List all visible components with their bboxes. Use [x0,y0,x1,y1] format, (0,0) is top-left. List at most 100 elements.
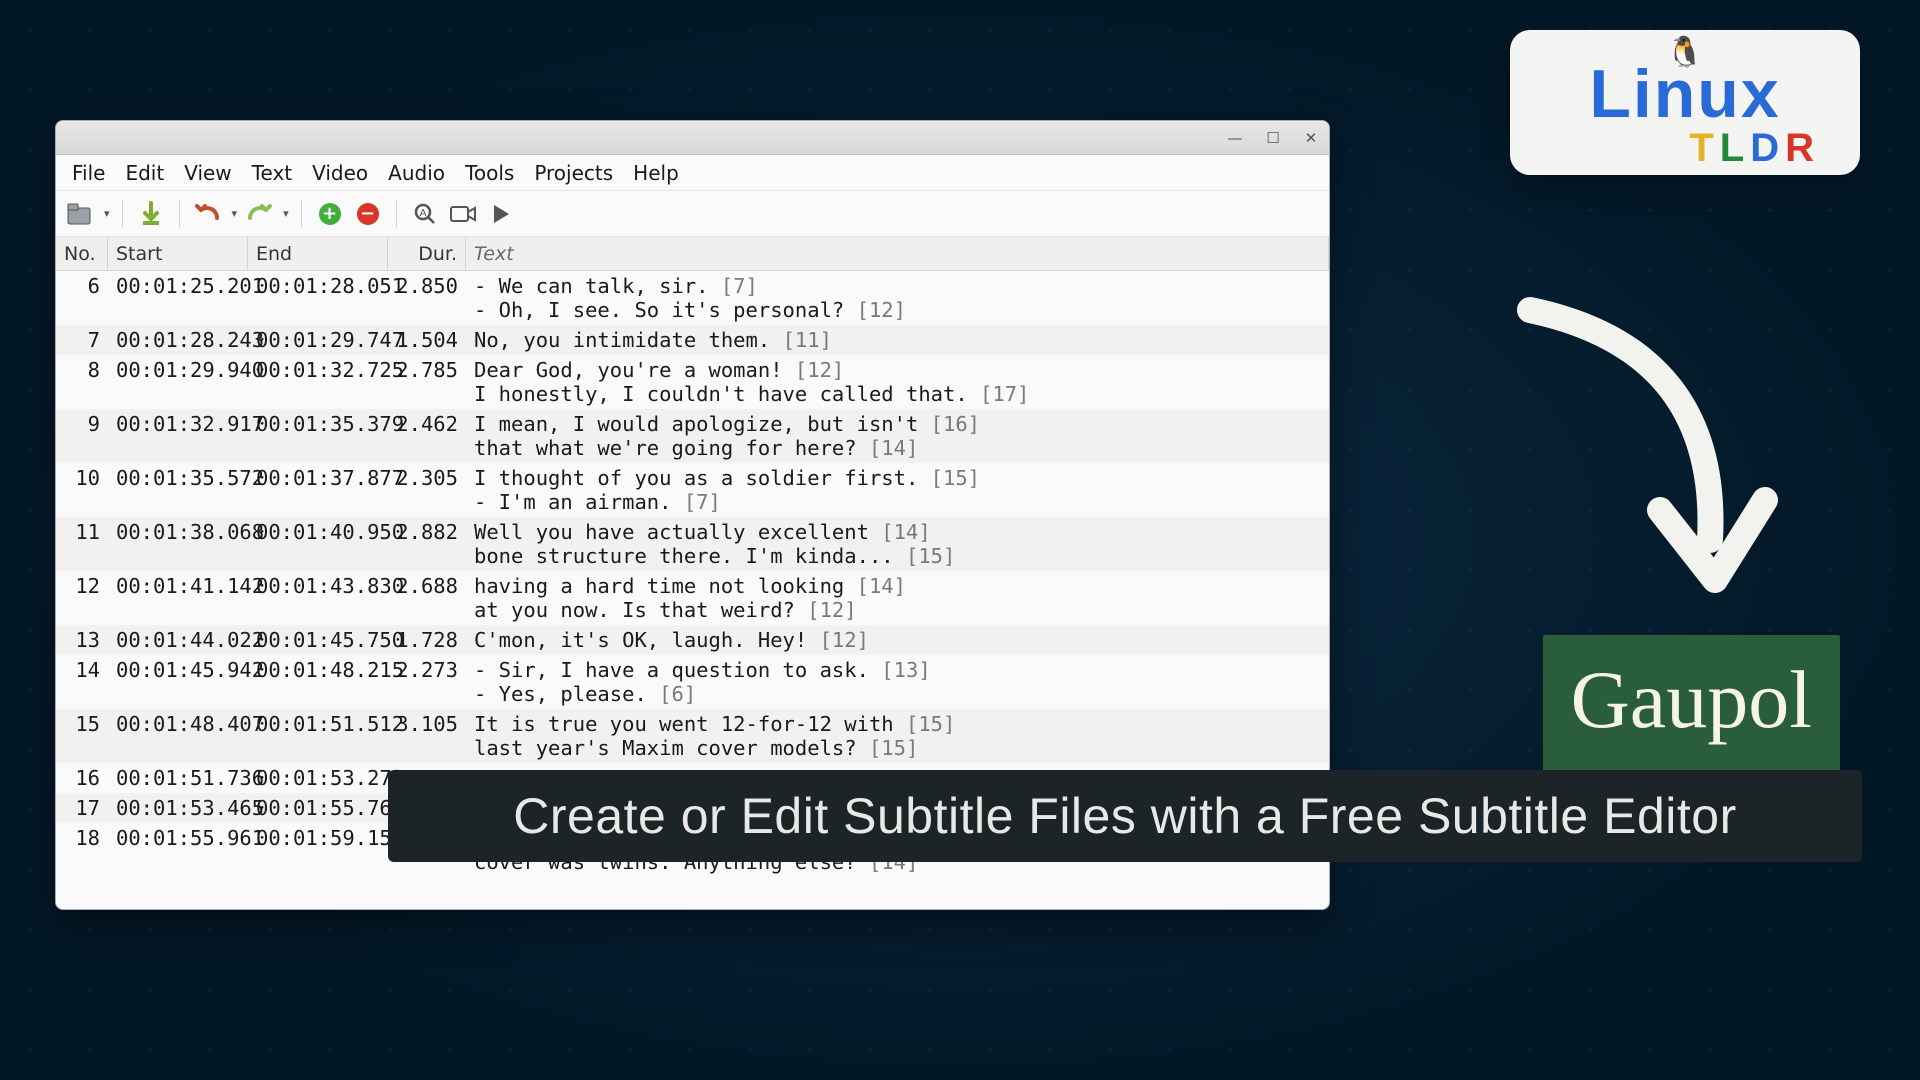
cell-dur: 1.728 [388,628,466,652]
open-dropdown[interactable]: ▾ [102,207,110,220]
redo-dropdown[interactable]: ▾ [281,207,289,220]
cell-text: Well you have actually excellent [14] bo… [466,520,1329,568]
cell-dur: 2.305 [388,466,466,490]
menu-view[interactable]: View [174,155,241,191]
save-button[interactable] [135,198,167,230]
cell-dur: 2.785 [388,358,466,382]
cell-no: 15 [56,712,108,736]
header-no[interactable]: No. [56,237,108,270]
svg-text:A: A [419,208,426,219]
cell-start: 00:01:41.142 [108,574,248,598]
cell-dur: 2.850 [388,274,466,298]
cell-no: 8 [56,358,108,382]
header-end[interactable]: End [248,237,388,270]
toolbar: ▾ ▾ ▾ + − A [56,191,1329,237]
table-row[interactable]: 1100:01:38.06800:01:40.9502.882Well you … [56,517,1329,571]
cell-end: 00:01:37.877 [248,466,388,490]
cell-end: 00:01:28.051 [248,274,388,298]
cell-text: C'mon, it's OK, laugh. Hey! [12] [466,628,1329,652]
cell-no: 14 [56,658,108,682]
table-row[interactable]: 900:01:32.91700:01:35.3792.462I mean, I … [56,409,1329,463]
cell-start: 00:01:45.942 [108,658,248,682]
close-button[interactable]: ✕ [1301,128,1321,148]
table-row[interactable]: 600:01:25.20100:01:28.0512.850- We can t… [56,271,1329,325]
cell-start: 00:01:35.572 [108,466,248,490]
menu-file[interactable]: File [62,155,115,191]
cell-end: 00:01:48.215 [248,658,388,682]
cell-start: 00:01:44.022 [108,628,248,652]
cell-text: It is true you went 12-for-12 with [15] … [466,712,1329,760]
cell-end: 00:01:40.950 [248,520,388,544]
open-button[interactable] [64,198,96,230]
maximize-button[interactable]: ☐ [1263,128,1283,148]
cell-no: 16 [56,766,108,790]
cell-text: having a hard time not looking [14] at y… [466,574,1329,622]
brand-line1: Linux [1589,60,1780,128]
cell-no: 11 [56,520,108,544]
cell-dur: 2.688 [388,574,466,598]
cell-no: 13 [56,628,108,652]
cell-dur: 2.462 [388,412,466,436]
menubar: FileEditViewTextVideoAudioToolsProjectsH… [56,155,1329,191]
play-button[interactable] [485,198,517,230]
cell-dur: 3.105 [388,712,466,736]
cell-text: No, you intimidate them. [11] [466,328,1329,352]
menu-help[interactable]: Help [623,155,689,191]
table-row[interactable]: 1200:01:41.14200:01:43.8302.688having a … [56,571,1329,625]
cell-no: 18 [56,826,108,850]
cell-no: 6 [56,274,108,298]
cell-text: Dear God, you're a woman! [12] I honestl… [466,358,1329,406]
arrow-icon [1500,290,1800,610]
cell-no: 7 [56,328,108,352]
description-banner: Create or Edit Subtitle Files with a Fre… [388,770,1862,862]
cell-dur: 2.882 [388,520,466,544]
menu-text[interactable]: Text [242,155,302,191]
menu-video[interactable]: Video [302,155,378,191]
cell-start: 00:01:38.068 [108,520,248,544]
cell-no: 10 [56,466,108,490]
menu-tools[interactable]: Tools [455,155,524,191]
header-start[interactable]: Start [108,237,248,270]
cell-text: - We can talk, sir. [7] - Oh, I see. So … [466,274,1329,322]
table-row[interactable]: 800:01:29.94000:01:32.7252.785Dear God, … [56,355,1329,409]
cell-dur: 1.504 [388,328,466,352]
cell-end: 00:01:55.769 [248,796,388,820]
menu-projects[interactable]: Projects [524,155,623,191]
brand-line2: TLDR [1689,128,1820,168]
cell-start: 00:01:28.243 [108,328,248,352]
cell-text: I thought of you as a soldier first. [15… [466,466,1329,514]
remove-row-button[interactable]: − [352,198,384,230]
cell-start: 00:01:53.465 [108,796,248,820]
cell-end: 00:01:43.830 [248,574,388,598]
cell-start: 00:01:25.201 [108,274,248,298]
menu-audio[interactable]: Audio [378,155,455,191]
cell-text: I mean, I would apologize, but isn't [16… [466,412,1329,460]
cell-no: 9 [56,412,108,436]
cell-dur: 2.273 [388,658,466,682]
table-row[interactable]: 1300:01:44.02200:01:45.7501.728C'mon, it… [56,625,1329,655]
cell-no: 17 [56,796,108,820]
table-row[interactable]: 1000:01:35.57200:01:37.8772.305I thought… [56,463,1329,517]
table-row[interactable]: 1400:01:45.94200:01:48.2152.273- Sir, I … [56,655,1329,709]
cell-start: 00:01:29.940 [108,358,248,382]
video-button[interactable] [447,198,479,230]
redo-button[interactable] [243,198,275,230]
cell-start: 00:01:48.407 [108,712,248,736]
table-row[interactable]: 1500:01:48.40700:01:51.5123.105It is tru… [56,709,1329,763]
app-name-label: Gaupol [1543,635,1840,779]
cell-end: 00:01:32.725 [248,358,388,382]
undo-button[interactable] [192,198,224,230]
cell-no: 12 [56,574,108,598]
cell-end: 00:01:29.747 [248,328,388,352]
cell-start: 00:01:55.961 [108,826,248,850]
add-row-button[interactable]: + [314,198,346,230]
table-row[interactable]: 700:01:28.24300:01:29.7471.504No, you in… [56,325,1329,355]
header-dur[interactable]: Dur. [388,237,466,270]
undo-dropdown[interactable]: ▾ [230,207,238,220]
header-text[interactable]: Text [466,237,1329,270]
menu-edit[interactable]: Edit [115,155,174,191]
cell-end: 00:01:35.379 [248,412,388,436]
minimize-button[interactable]: — [1225,128,1245,148]
cell-start: 00:01:51.736 [108,766,248,790]
search-button[interactable]: A [409,198,441,230]
